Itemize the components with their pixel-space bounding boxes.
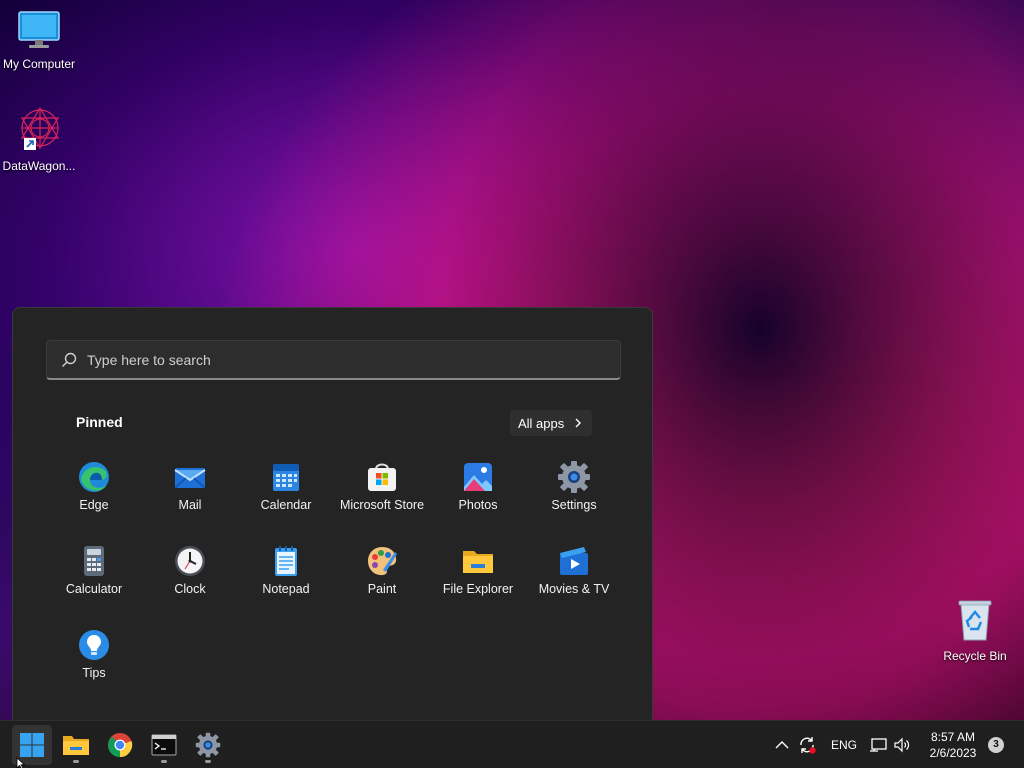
desktop-icon-recycle-bin[interactable]: Recycle Bin xyxy=(936,598,1014,663)
app-label: Clock xyxy=(174,582,206,596)
pinned-app-edge[interactable]: Edge xyxy=(46,454,142,526)
taskbar-terminal[interactable] xyxy=(144,725,184,765)
search-icon xyxy=(62,352,77,367)
desktop-icon-label: Recycle Bin xyxy=(943,649,1007,663)
photos-icon xyxy=(464,463,492,491)
pinned-app-photos[interactable]: Photos xyxy=(430,454,526,526)
settings-icon xyxy=(558,461,590,493)
all-apps-button[interactable]: All apps xyxy=(510,410,593,436)
start-menu: Pinned All apps Edge Mail xyxy=(12,307,653,720)
edge-icon xyxy=(79,462,109,492)
running-indicator xyxy=(161,760,167,763)
app-label: Movies & TV xyxy=(538,582,610,596)
chrome-icon xyxy=(108,733,133,758)
taskbar-settings[interactable] xyxy=(188,725,228,765)
network-icon xyxy=(870,738,887,752)
pinned-app-microsoft-store[interactable]: Microsoft Store xyxy=(334,454,430,526)
store-icon xyxy=(368,463,396,491)
movies-icon xyxy=(560,547,588,575)
language-indicator[interactable]: ENG xyxy=(822,738,866,752)
pinned-heading: Pinned xyxy=(76,414,123,430)
mail-icon xyxy=(174,468,206,489)
folder-icon xyxy=(63,736,89,755)
folder-icon xyxy=(463,551,493,573)
taskbar-chrome[interactable] xyxy=(100,725,140,765)
desktop-icon-datawagon[interactable]: DataWagon... xyxy=(0,106,78,173)
pinned-app-paint[interactable]: Paint xyxy=(334,538,430,610)
system-tray: ENG xyxy=(772,721,914,768)
windows-start-icon xyxy=(20,733,44,757)
notepad-icon xyxy=(275,546,297,576)
app-label: File Explorer xyxy=(442,582,514,596)
pinned-app-calendar[interactable]: Calendar xyxy=(238,454,334,526)
pinned-app-movies-tv[interactable]: Movies & TV xyxy=(526,538,622,610)
app-label: Calendar xyxy=(260,498,312,512)
app-label: Notepad xyxy=(262,582,310,596)
pinned-app-settings[interactable]: Settings xyxy=(526,454,622,526)
clock-time: 8:57 AM xyxy=(930,730,976,744)
pinned-app-tips[interactable]: Tips xyxy=(46,622,142,694)
app-label: Paint xyxy=(367,582,397,596)
sync-status-button[interactable] xyxy=(792,736,822,754)
taskbar-clock[interactable]: 8:57 AM 2/6/2023 xyxy=(920,729,986,761)
clock-icon xyxy=(175,546,205,576)
taskbar: ENG 8:57 AM 2/6/2023 3 xyxy=(0,720,1024,768)
chevron-up-icon xyxy=(775,741,789,749)
sync-icon xyxy=(800,737,816,754)
all-apps-label: All apps xyxy=(518,415,565,431)
app-label: Microsoft Store xyxy=(339,498,425,512)
search-input[interactable] xyxy=(87,351,587,368)
mouse-cursor-icon xyxy=(16,757,26,768)
network-button[interactable] xyxy=(866,737,890,753)
terminal-icon xyxy=(151,734,177,756)
volume-button[interactable] xyxy=(890,737,914,753)
tips-icon xyxy=(79,630,109,660)
volume-icon xyxy=(894,737,910,753)
taskbar-file-explorer[interactable] xyxy=(56,725,96,765)
show-hidden-icons-button[interactable] xyxy=(772,740,792,750)
recycle-bin-icon xyxy=(958,600,992,641)
calculator-icon xyxy=(84,546,104,576)
running-indicator xyxy=(73,760,79,763)
settings-icon xyxy=(195,732,221,758)
app-label: Calculator xyxy=(65,582,123,596)
pinned-app-mail[interactable]: Mail xyxy=(142,454,238,526)
desktop-icon-my-computer[interactable]: My Computer xyxy=(0,10,78,71)
app-label: Settings xyxy=(551,498,597,512)
notification-badge[interactable]: 3 xyxy=(988,737,1004,753)
pinned-app-clock[interactable]: Clock xyxy=(142,538,238,610)
pinned-app-file-explorer[interactable]: File Explorer xyxy=(430,538,526,610)
pinned-app-calculator[interactable]: Calculator xyxy=(46,538,142,610)
running-indicator xyxy=(205,760,211,763)
desktop-icon-label: My Computer xyxy=(2,57,76,71)
search-box[interactable] xyxy=(46,340,621,380)
app-label: Photos xyxy=(458,498,498,512)
app-label: Edge xyxy=(79,498,109,512)
datawagon-shortcut-icon xyxy=(20,106,60,150)
app-label: Mail xyxy=(178,498,202,512)
monitor-icon xyxy=(18,11,60,48)
pinned-app-notepad[interactable]: Notepad xyxy=(238,538,334,610)
app-label: Tips xyxy=(82,666,106,680)
chevron-right-icon xyxy=(575,418,582,428)
clock-date: 2/6/2023 xyxy=(929,746,977,760)
calendar-icon xyxy=(273,464,299,491)
desktop-icon-label: DataWagon... xyxy=(2,159,76,173)
paint-icon xyxy=(368,547,397,576)
